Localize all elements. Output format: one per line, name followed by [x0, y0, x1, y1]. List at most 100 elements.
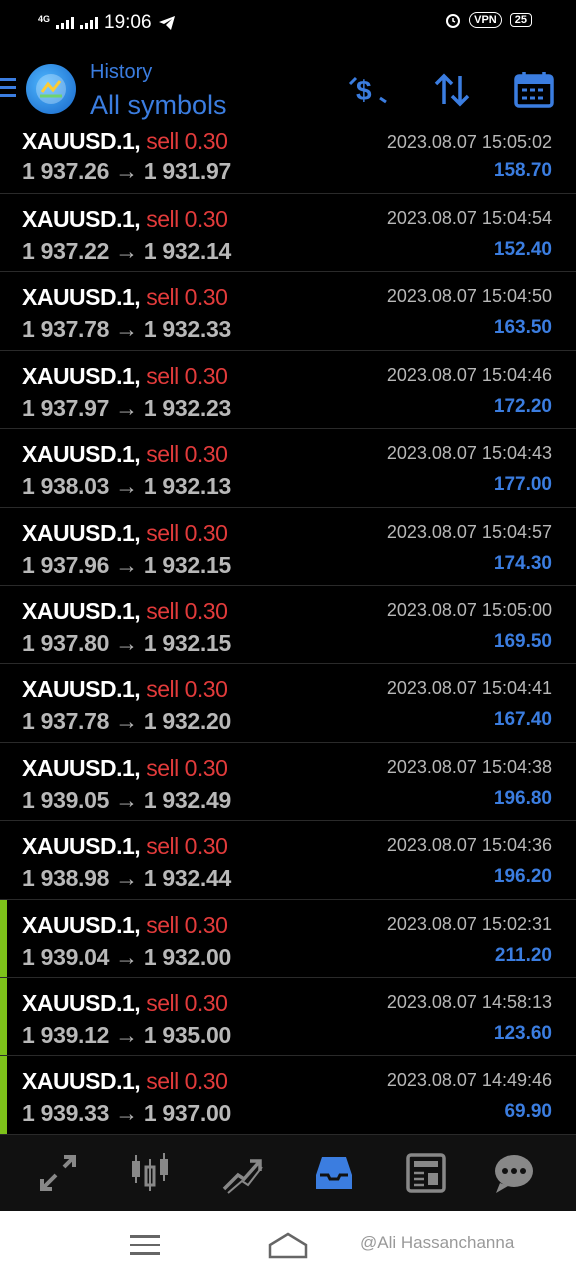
symbol-name: XAUUSD.1,: [22, 911, 141, 938]
trade-history-list[interactable]: XAUUSD.1, sell 0.30 1 937.26 → 1 931.97 2023.…: [0, 130, 576, 1135]
chart-icon[interactable]: [126, 1149, 174, 1197]
trade-row[interactable]: XAUUSD.1, sell 0.30 1 937.78 → 1 932.20 2023.…: [0, 664, 576, 743]
arrow-icon: →: [115, 551, 138, 578]
trade-side: sell 0.30: [146, 130, 228, 154]
trade-prices: 1 939.12 → 1 935.00: [22, 1022, 231, 1049]
trade-symbol: XAUUSD.1, sell 0.30: [22, 833, 228, 860]
trade-row[interactable]: XAUUSD.1, sell 0.30 1 937.80 → 1 932.15 2023.…: [0, 586, 576, 665]
app-header: History All symbols $: [0, 48, 576, 130]
trade-time: 2023.08.07 15:04:46: [386, 364, 552, 385]
sort-icon[interactable]: [430, 68, 474, 112]
symbol-name: XAUUSD.1,: [22, 206, 141, 232]
close-price: 1 937.00: [143, 1100, 231, 1127]
calendar-icon[interactable]: [512, 68, 556, 112]
trade-icon[interactable]: [218, 1149, 266, 1197]
trade-side: sell 0.30: [146, 441, 228, 468]
arrow-icon: →: [115, 316, 138, 343]
trade-row[interactable]: XAUUSD.1, sell 0.30 1 939.04 → 1 932.00 2023.…: [0, 899, 576, 978]
app-logo: [26, 64, 76, 114]
trade-profit: 152.40: [493, 239, 552, 260]
header-title[interactable]: All symbols: [90, 90, 227, 121]
news-icon[interactable]: [402, 1149, 450, 1197]
trade-symbol: XAUUSD.1, sell 0.30: [22, 520, 228, 547]
history-icon[interactable]: [310, 1149, 358, 1197]
menu-icon[interactable]: [0, 78, 16, 102]
trade-side: sell 0.30: [146, 206, 228, 232]
trade-profit: 163.50: [493, 317, 552, 339]
chat-icon[interactable]: [490, 1149, 538, 1197]
trade-time: 2023.08.07 15:04:43: [386, 443, 552, 464]
currency-icon[interactable]: $: [346, 68, 390, 112]
trade-side: sell 0.30: [146, 362, 228, 389]
symbol-name: XAUUSD.1,: [22, 441, 141, 468]
symbol-name: XAUUSD.1,: [22, 1068, 141, 1095]
open-price: 1 939.12: [22, 1021, 110, 1048]
position-marker: [0, 1056, 7, 1134]
header-subtitle: History: [90, 61, 153, 83]
open-price: 1 937.22: [22, 238, 110, 264]
trade-profit: 177.00: [493, 474, 552, 496]
trade-symbol: XAUUSD.1, sell 0.30: [22, 362, 228, 390]
trade-row[interactable]: XAUUSD.1, sell 0.30 1 937.78 → 1 932.33 2023.…: [0, 272, 576, 351]
trade-row[interactable]: XAUUSD.1, sell 0.30 1 939.12 → 1 935.00 2023.…: [0, 977, 576, 1057]
open-price: 1 939.04: [22, 943, 110, 970]
open-price: 1 938.98: [22, 865, 110, 892]
trade-prices: 1 937.26 → 1 931.97: [22, 158, 231, 185]
symbol-name: XAUUSD.1,: [22, 989, 141, 1016]
arrow-icon: →: [115, 158, 138, 184]
close-price: 1 932.15: [143, 551, 231, 578]
trade-side: sell 0.30: [146, 833, 228, 860]
trade-time: 2023.08.07 15:04:54: [386, 208, 552, 228]
trade-row[interactable]: XAUUSD.1, sell 0.30 1 937.97 → 1 932.23 2023.…: [0, 351, 576, 430]
trade-row[interactable]: XAUUSD.1, sell 0.30 1 938.98 → 1 932.44 2023.…: [0, 821, 576, 900]
open-price: 1 937.78: [22, 708, 110, 735]
trade-row[interactable]: XAUUSD.1, sell 0.30 1 939.33 → 1 937.00 2023.…: [0, 1056, 576, 1135]
close-price: 1 932.44: [143, 865, 231, 892]
symbol-name: XAUUSD.1,: [22, 597, 141, 624]
symbol-name: XAUUSD.1,: [22, 833, 141, 860]
trade-side: sell 0.30: [146, 754, 228, 781]
status-right: VPN 25: [445, 12, 532, 28]
trade-symbol: XAUUSD.1, sell 0.30: [22, 754, 228, 782]
close-price: 1 932.15: [143, 629, 231, 656]
signal-icon-2: [80, 17, 99, 29]
status-bar: 4G 19:06 VPN 25: [0, 0, 576, 48]
trade-symbol: XAUUSD.1, sell 0.30: [22, 676, 228, 703]
bottom-tab-bar: [0, 1135, 576, 1211]
close-price: 1 932.13: [143, 473, 231, 500]
system-nav-bar: @Ali Hassanchanna: [0, 1211, 576, 1280]
arrow-icon: →: [115, 865, 138, 892]
trade-time: 2023.08.07 15:02:31: [386, 913, 552, 934]
trade-row[interactable]: XAUUSD.1, sell 0.30 1 939.05 → 1 932.49 2023.…: [0, 743, 576, 822]
open-price: 1 938.03: [22, 473, 110, 500]
quotes-icon[interactable]: [34, 1149, 82, 1197]
trade-row[interactable]: XAUUSD.1, sell 0.30 1 938.03 → 1 932.13 2023.…: [0, 429, 576, 508]
trade-side: sell 0.30: [146, 989, 228, 1016]
position-marker: [0, 899, 7, 977]
open-price: 1 937.97: [22, 394, 110, 421]
trade-symbol: XAUUSD.1, sell 0.30: [22, 911, 228, 939]
arrow-icon: →: [115, 394, 138, 421]
home-icon[interactable]: [268, 1231, 308, 1264]
trade-symbol: XAUUSD.1, sell 0.30: [22, 206, 228, 233]
arrow-icon: →: [115, 629, 138, 656]
alarm-icon: [446, 14, 461, 28]
trade-row[interactable]: XAUUSD.1, sell 0.30 1 937.22 → 1 932.14 2023.…: [0, 194, 576, 273]
trade-prices: 1 939.04 → 1 932.00: [22, 944, 231, 971]
trade-prices: 1 937.97 → 1 932.23: [22, 395, 231, 422]
signal-icon: [56, 17, 75, 29]
recent-apps-icon[interactable]: [130, 1235, 160, 1261]
close-price: 1 932.14: [143, 238, 231, 264]
open-price: 1 939.05: [22, 786, 110, 813]
symbol-name: XAUUSD.1,: [22, 362, 141, 389]
trade-symbol: XAUUSD.1, sell 0.30: [22, 989, 228, 1017]
symbol-name: XAUUSD.1,: [22, 676, 141, 703]
trade-row[interactable]: XAUUSD.1, sell 0.30 1 937.26 → 1 931.97 2023.…: [0, 130, 576, 194]
arrow-icon: →: [115, 1100, 138, 1127]
trade-prices: 1 937.22 → 1 932.14: [22, 238, 231, 265]
trade-row[interactable]: XAUUSD.1, sell 0.30 1 937.96 → 1 932.15 2023.…: [0, 508, 576, 586]
trade-symbol: XAUUSD.1, sell 0.30: [22, 1068, 228, 1095]
trade-symbol: XAUUSD.1, sell 0.30: [22, 597, 228, 625]
trade-time: 2023.08.07 14:49:46: [386, 1070, 552, 1091]
trade-side: sell 0.30: [146, 284, 228, 311]
